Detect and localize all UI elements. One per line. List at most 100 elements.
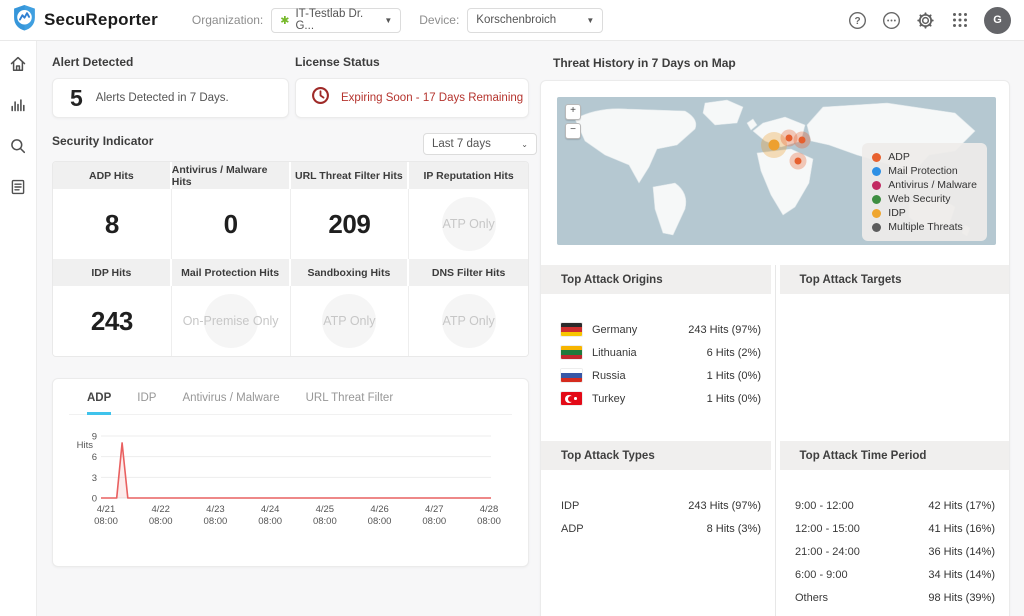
time-period-row-value: 36 Hits (14%) — [928, 546, 995, 558]
organization-select[interactable]: ✱ IT-Testlab Dr. G... ▼ — [271, 8, 401, 33]
attack-type-row-value: 8 Hits (3%) — [707, 523, 761, 535]
organization-icon: ✱ — [280, 14, 289, 27]
legend-item-adp: ADP — [872, 150, 977, 164]
indicator-value-text: 0 — [224, 209, 238, 240]
license-status-card: Expiring Soon - 17 Days Remaining — [295, 78, 529, 118]
svg-text:08:00: 08:00 — [258, 516, 282, 527]
main-content: Alert Detected License Status Security I… — [37, 41, 1024, 616]
map-section-title: Threat History in 7 Days on Map — [553, 56, 736, 70]
indicator-value-row-1: 80209ATP Only — [53, 189, 528, 259]
indicator-header-antivirus-malware-hits: Antivirus / Malware Hits — [172, 162, 291, 189]
time-period-row-others: Others98 Hits (39%) — [795, 586, 995, 609]
indicator-header-row-2: IDP HitsMail Protection HitsSandboxing H… — [53, 259, 528, 286]
legend-label: Antivirus / Malware — [888, 179, 977, 191]
license-section-title: License Status — [295, 55, 380, 69]
app-logo: SecuReporter — [12, 4, 158, 36]
shield-logo-icon — [12, 4, 37, 36]
indicator-header-sandboxing-hits: Sandboxing Hits — [291, 259, 410, 286]
chevron-down-icon: ▼ — [578, 16, 594, 25]
chevron-down-icon: ⌄ — [513, 140, 528, 149]
origin-row-germany: Germany 243 Hits (97%) — [561, 318, 761, 341]
top-attack-origins-title: Top Attack Origins — [541, 265, 771, 294]
indicator-header-url-threat-filter-hits: URL Threat Filter Hits — [291, 162, 410, 189]
legend-dot — [872, 223, 881, 232]
time-period-row-label: 9:00 - 12:00 — [795, 500, 854, 512]
attack-type-row-adp: ADP8 Hits (3%) — [561, 517, 761, 540]
organization-label: Organization: — [192, 13, 263, 27]
legend-dot — [872, 167, 881, 176]
origin-row-russia: Russia1 Hits (0%) — [561, 364, 761, 387]
legend-dot — [872, 153, 881, 162]
indicator-header-mail-protection-hits: Mail Protection Hits — [172, 259, 291, 286]
indicator-value-sandboxing-hits: ATP Only — [291, 286, 410, 356]
flag-turkey-icon — [561, 392, 582, 405]
indicator-value-mail-protection-hits: On-Premise Only — [172, 286, 291, 356]
alert-text: Alerts Detected in 7 Days. — [96, 92, 229, 104]
legend-label: Web Security — [888, 193, 950, 205]
origin-country: Lithuania — [592, 347, 637, 359]
top-attack-targets-title: Top Attack Targets — [780, 265, 1010, 294]
flag-lithuania-icon — [561, 346, 582, 359]
tab-adp[interactable]: ADP — [87, 392, 111, 415]
time-range-select[interactable]: Last 7 days ⌄ — [423, 133, 537, 155]
settings-icon[interactable] — [916, 11, 935, 30]
map-zoom-out-button[interactable]: − — [565, 123, 581, 139]
indicator-value-antivirus-malware-hits: 0 — [172, 189, 291, 259]
tab-url-threat-filter[interactable]: URL Threat Filter — [306, 392, 394, 415]
attack-type-row-idp: IDP243 Hits (97%) — [561, 494, 761, 517]
svg-text:08:00: 08:00 — [313, 516, 337, 527]
origin-country: Germany — [592, 324, 637, 336]
legend-item-mail-protection: Mail Protection — [872, 164, 977, 178]
world-map[interactable]: + − ADP Mail Protection Antivirus / Malwar… — [557, 97, 996, 245]
origin-value: 243 Hits (97%) — [688, 324, 761, 336]
alert-section-title: Alert Detected — [52, 55, 133, 69]
indicator-header-row-1: ADP HitsAntivirus / Malware HitsURL Thre… — [53, 162, 528, 189]
help-icon[interactable]: ? — [848, 11, 867, 30]
apps-icon[interactable] — [950, 11, 969, 30]
svg-text:4/23: 4/23 — [206, 504, 225, 515]
header-actions: ? G — [848, 7, 1011, 34]
origin-country: Russia — [592, 370, 626, 382]
device-select[interactable]: Korschenbroich ▼ — [467, 8, 603, 33]
legend-item-multiple-threats: Multiple Threats — [872, 220, 977, 234]
indicator-value-text: ATP Only — [442, 314, 494, 328]
time-period-row-label: 12:00 - 15:00 — [795, 523, 860, 535]
map-zoom-controls: + − — [565, 104, 581, 139]
flag-russia-icon — [561, 369, 582, 382]
tab-antivirus-malware[interactable]: Antivirus / Malware — [182, 392, 279, 415]
alert-count: 5 — [70, 85, 83, 112]
trend-tabs: ADP IDP Antivirus / Malware URL Threat Filt… — [69, 392, 512, 415]
indicator-value-text: ATP Only — [442, 217, 494, 231]
top-attack-targets-list — [775, 294, 1009, 441]
map-zoom-in-button[interactable]: + — [565, 104, 581, 120]
indicator-header-idp-hits: IDP Hits — [53, 259, 172, 286]
flag-germany-icon — [561, 323, 582, 336]
attack-type-row-label: IDP — [561, 500, 579, 512]
clock-icon — [296, 86, 330, 110]
indicator-value-url-threat-filter-hits: 209 — [291, 189, 410, 259]
threat-map-card: + − ADP Mail Protection Antivirus / Malwar… — [540, 80, 1010, 616]
indicator-value-idp-hits: 243 — [53, 286, 172, 356]
time-period-row-6-00-9-00: 6:00 - 9:0034 Hits (14%) — [795, 563, 995, 586]
indicator-value-ip-reputation-hits: ATP Only — [409, 189, 528, 259]
legend-label: Multiple Threats — [888, 221, 963, 233]
tab-idp[interactable]: IDP — [137, 392, 156, 415]
map-legend: ADP Mail Protection Antivirus / Malware Web… — [862, 143, 987, 241]
alert-detected-card: 5 Alerts Detected in 7 Days. — [52, 78, 289, 118]
threat-trend-card: ADP IDP Antivirus / Malware URL Threat Filt… — [52, 378, 529, 567]
trend-line-chart: 0369Hits4/2108:004/2208:004/2308:004/240… — [53, 417, 528, 529]
indicator-header-dns-filter-hits: DNS Filter Hits — [409, 259, 528, 286]
search-icon[interactable] — [8, 136, 28, 156]
user-avatar[interactable]: G — [984, 7, 1011, 34]
report-icon[interactable] — [8, 177, 28, 197]
more-icon[interactable] — [882, 11, 901, 30]
legend-label: Mail Protection — [888, 165, 957, 177]
security-indicator-title: Security Indicator — [52, 134, 153, 148]
legend-item-antivirus-malware: Antivirus / Malware — [872, 178, 977, 192]
top-attack-types-title: Top Attack Types — [541, 441, 771, 470]
legend-label: ADP — [888, 151, 910, 163]
svg-text:3: 3 — [92, 473, 97, 484]
svg-text:4/25: 4/25 — [316, 504, 335, 515]
home-icon[interactable] — [8, 54, 28, 74]
analysis-icon[interactable] — [8, 95, 28, 115]
